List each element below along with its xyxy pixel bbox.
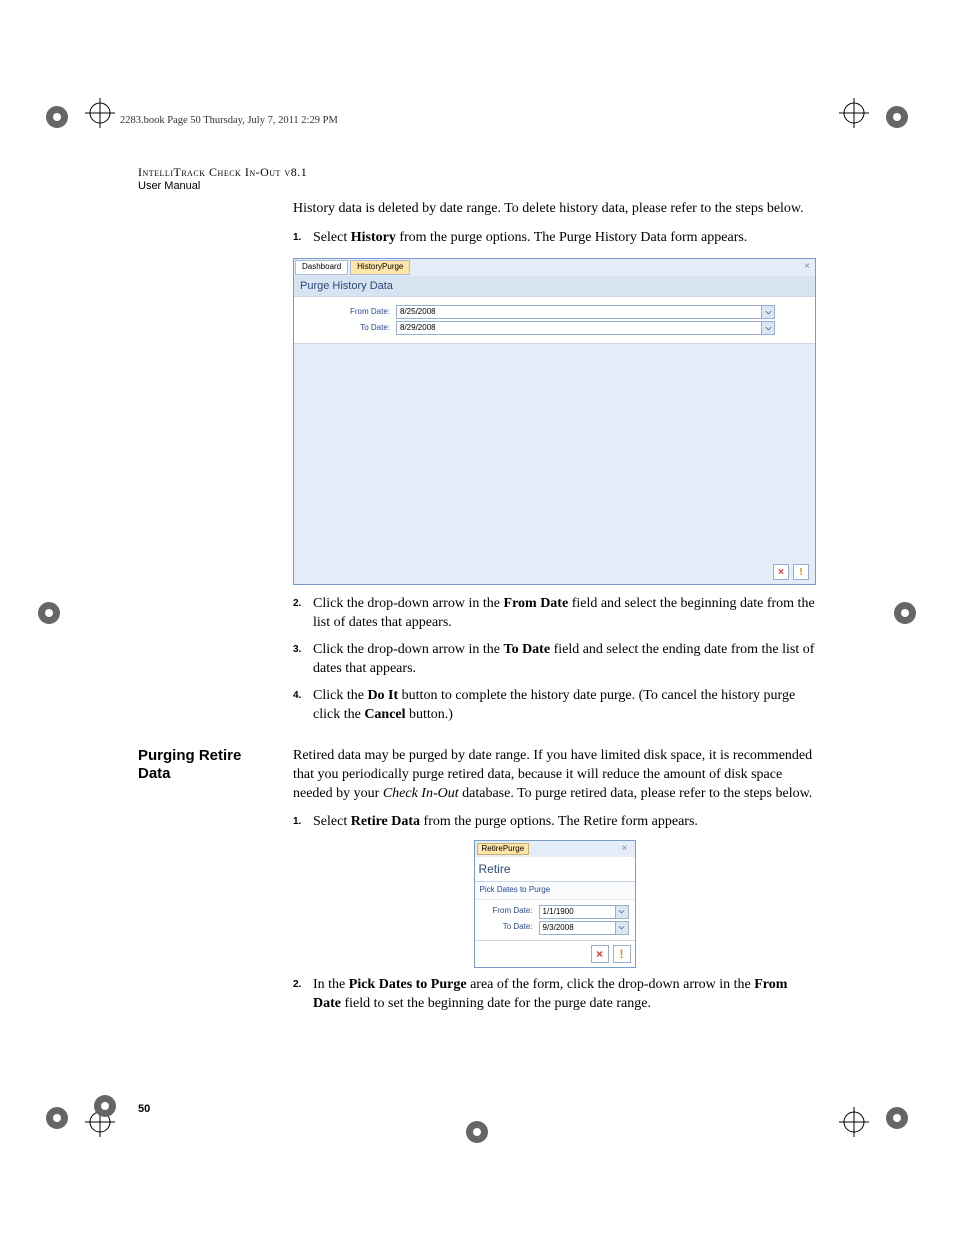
purge-history-figure: Dashboard HistoryPurge × Purge History D… [293,258,816,586]
to-date-input[interactable]: 8/29/2008 [396,321,762,335]
section-purging-retire: Purging Retire Data Retired data may be … [138,747,816,1014]
step-text: Click the drop-down arrow in the [313,642,504,657]
do-it-button[interactable]: ! [793,564,809,580]
gear-icon [92,1093,118,1119]
step-text: Click the drop-down arrow in the [313,596,504,611]
step-text: button.) [406,707,453,722]
step-text: Click the [313,688,367,703]
step-number: 2. [293,597,301,611]
step-text: In the [313,977,349,992]
retire-figure: RetirePurge × Retire Pick Dates to Purge… [474,840,636,967]
crop-mark-icon [85,98,115,128]
print-header: 2283.book Page 50 Thursday, July 7, 2011… [120,115,338,126]
tab-retirepurge[interactable]: RetirePurge [477,843,530,856]
gear-icon [36,600,62,626]
from-date-input[interactable]: 8/25/2008 [396,305,762,319]
step-text: from the purge options. The Retire form … [420,814,698,829]
step-number: 1. [293,231,301,245]
to-date-row: To Date: 8/29/2008 [334,321,775,335]
figure-footer: × ! [294,343,815,584]
figure-footer: × ! [475,940,635,967]
doc-title: IntelliTrack Check In-Out v8.1 [138,165,816,180]
dropdown-icon[interactable] [762,321,775,335]
gear-icon [44,1105,70,1131]
steps-list-a-cont: 2. Click the drop-down arrow in the From… [293,595,816,724]
doc-subtitle: User Manual [138,180,816,192]
section-heading: Purging Retire Data [138,747,278,783]
gear-icon [884,104,910,130]
step-text-bold: Do It [367,688,398,703]
figure-tab-bar: RetirePurge × [475,841,635,857]
close-icon[interactable]: × [799,260,815,274]
figure-title: Purge History Data [294,276,815,297]
do-it-button[interactable]: ! [613,945,631,963]
close-icon[interactable]: × [617,842,633,856]
figure-section-label: Pick Dates to Purge [475,882,635,900]
figure-tab-bar: Dashboard HistoryPurge × [294,259,815,276]
figure-body: From Date: 8/25/2008 To Date: 8/29/2008 [294,296,815,343]
steps-list-b: 1. Select Retire Data from the purge opt… [293,813,816,832]
cancel-button[interactable]: × [591,945,609,963]
step-text-bold: To Date [504,642,551,657]
steps-list-a: 1. Select History from the purge options… [293,229,816,248]
from-date-row: From Date: 8/25/2008 [334,305,775,319]
gear-icon [884,1105,910,1131]
step-item: 2. Click the drop-down arrow in the From… [293,595,816,633]
step-text: Select [313,814,351,829]
from-date-label: From Date: [334,307,396,318]
para-text-italic: Check In-Out [383,786,459,801]
dropdown-icon[interactable] [616,905,629,919]
footer-buttons: × ! [773,564,809,580]
step-item: 2. In the Pick Dates to Purge area of th… [293,976,816,1014]
to-date-label: To Date: [481,922,539,933]
cancel-button[interactable]: × [773,564,789,580]
page: 2283.book Page 50 Thursday, July 7, 2011… [0,0,954,1235]
from-date-row: From Date: 1/1/1900 [481,905,629,919]
to-date-label: To Date: [334,323,396,334]
body: History data is deleted by date range. T… [293,200,816,725]
step-item: 4. Click the Do It button to complete th… [293,687,816,725]
dropdown-icon[interactable] [762,305,775,319]
step-number: 3. [293,643,301,657]
step-text-bold: Retire Data [351,814,420,829]
para-text: database. To purge retired data, please … [459,786,813,801]
crop-mark-icon [839,1107,869,1137]
intro-paragraph: History data is deleted by date range. T… [293,200,816,219]
section-paragraph: Retired data may be purged by date range… [293,747,816,804]
to-date-input[interactable]: 9/3/2008 [539,921,616,935]
step-text: Select [313,230,351,245]
gear-icon [892,600,918,626]
step-text-bold: From Date [504,596,569,611]
step-number: 1. [293,815,301,829]
crop-mark-icon [839,98,869,128]
step-text-bold: History [351,230,396,245]
dropdown-icon[interactable] [616,921,629,935]
tab-historypurge[interactable]: HistoryPurge [350,260,410,275]
step-number: 4. [293,689,301,703]
gear-icon [464,1119,490,1145]
step-text: from the purge options. The Purge Histor… [396,230,747,245]
figure-title: Retire [475,857,635,882]
step-text-bold: Cancel [364,707,405,722]
step-item: 1. Select History from the purge options… [293,229,816,248]
from-date-input[interactable]: 1/1/1900 [539,905,616,919]
page-number: 50 [138,1103,150,1115]
steps-list-b-cont: 2. In the Pick Dates to Purge area of th… [293,976,816,1014]
doc-header: IntelliTrack Check In-Out v8.1 User Manu… [138,165,816,192]
step-item: 3. Click the drop-down arrow in the To D… [293,641,816,679]
step-text: field to set the beginning date for the … [341,996,651,1011]
from-date-label: From Date: [481,906,539,917]
to-date-row: To Date: 9/3/2008 [481,921,629,935]
step-text-bold: Pick Dates to Purge [349,977,467,992]
section-body: Retired data may be purged by date range… [293,747,816,1014]
gear-icon [44,104,70,130]
tab-dashboard[interactable]: Dashboard [295,260,348,275]
figure-body: From Date: 1/1/1900 To Date: 9/3/2008 [475,900,635,940]
step-number: 2. [293,978,301,992]
step-item: 1. Select Retire Data from the purge opt… [293,813,816,832]
step-text: area of the form, click the drop-down ar… [467,977,755,992]
content-area: IntelliTrack Check In-Out v8.1 User Manu… [138,165,816,1115]
